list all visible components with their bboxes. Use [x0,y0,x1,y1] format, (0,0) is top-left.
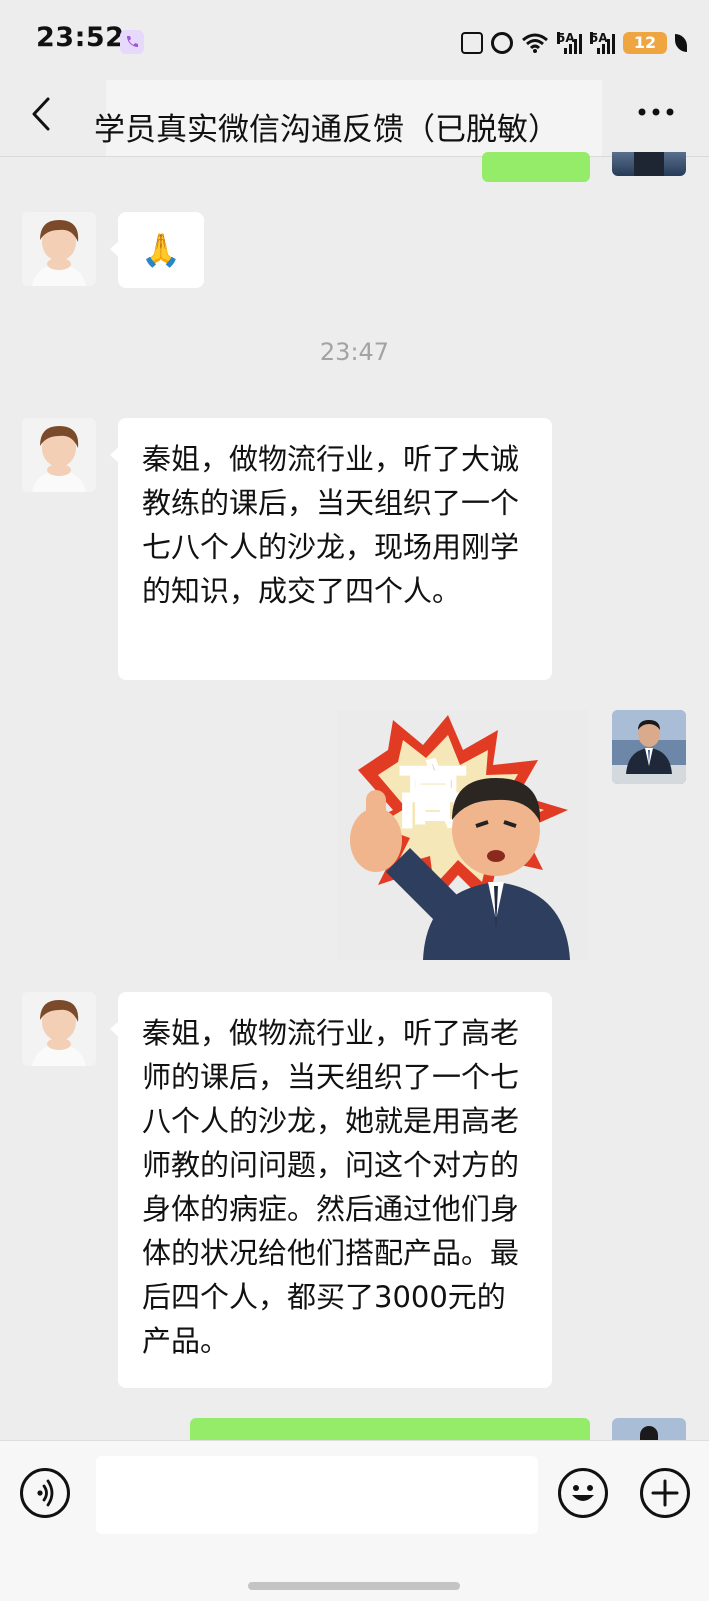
received-emoji-bubble[interactable]: 🙏 [118,212,204,288]
back-button[interactable] [28,96,58,132]
contact-avatar[interactable] [22,992,96,1066]
self-avatar-partial[interactable] [612,152,686,176]
voice-input-button[interactable] [20,1468,70,1518]
message-timestamp: 23:47 [319,338,390,366]
sent-bubble-partial[interactable] [190,1418,590,1440]
praying-hands-emoji: 🙏 [141,231,181,269]
battery-indicator: 12 [623,32,667,54]
home-indicator [248,1582,460,1590]
network-type-label: 5A [590,31,608,45]
plus-icon [651,1479,679,1507]
chevron-left-icon [32,97,50,131]
message-text: 秦姐，做物流行业，听了大诚教练的课后，当天组织了一个七八个人的沙龙，现场用刚学的… [142,442,520,608]
message-input[interactable] [96,1456,538,1534]
voice-icon [37,1479,54,1507]
call-notification-icon [120,30,144,54]
wifi-icon [522,33,548,53]
more-dots-icon [638,108,674,116]
cell-signal-1-icon: 5A [557,32,582,54]
power-saving-icon [675,34,687,52]
self-avatar-partial[interactable] [612,1418,686,1440]
network-type-label: 5A [557,31,575,45]
contact-avatar[interactable] [22,418,96,492]
emoji-button[interactable] [558,1468,608,1518]
received-text-bubble[interactable]: 秦姐，做物流行业，听了高老师的课后，当天组织了一个七八个人的沙龙，她就是用高老师… [118,992,552,1388]
alarm-icon [491,32,513,54]
cell-signal-2-icon: 5A [590,32,615,54]
sent-sticker[interactable]: 高 [338,710,588,960]
chat-title: 学员真实微信沟通反馈（已脱敏） [94,112,559,148]
nfc-icon [461,32,483,54]
received-text-bubble[interactable]: 秦姐，做物流行业，听了大诚教练的课后，当天组织了一个七八个人的沙龙，现场用刚学的… [118,418,552,680]
status-icons: 5A 5A 12 [461,28,687,58]
smiley-icon [572,1485,594,1501]
contact-avatar[interactable] [22,212,96,286]
more-functions-button[interactable] [640,1468,690,1518]
sent-bubble-partial[interactable] [482,152,590,182]
thumbs-up-sticker-image: 高 [350,715,570,960]
status-time: 23:52 [36,22,125,53]
more-options-button[interactable] [634,100,678,124]
self-avatar[interactable] [612,710,686,784]
message-text: 秦姐，做物流行业，听了高老师的课后，当天组织了一个七八个人的沙龙，她就是用高老师… [142,1016,520,1358]
